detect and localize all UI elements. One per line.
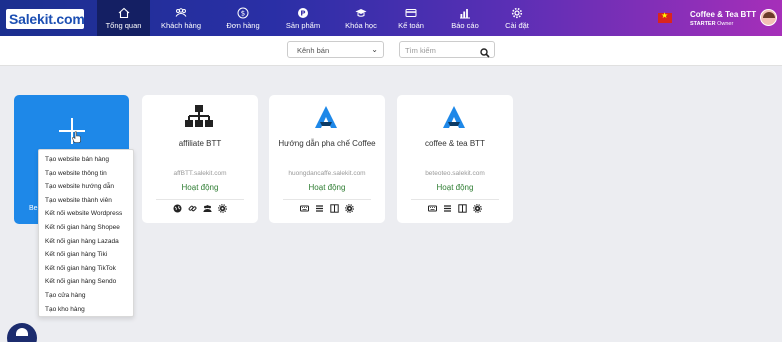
add-card-label: Be — [29, 205, 38, 212]
nav-ke-toan[interactable]: Kế toán — [390, 0, 432, 36]
status-badge: Hoạt động — [436, 183, 474, 192]
nav-don-hang[interactable]: $ Đơn hàng — [218, 0, 268, 36]
hand-cursor-icon — [72, 131, 81, 143]
menu-item-tao-website-thong-tin[interactable]: Tạo website thông tin — [39, 167, 133, 181]
gear-icon[interactable] — [473, 204, 482, 213]
keyboard-icon[interactable] — [428, 204, 437, 213]
users-icon[interactable] — [203, 204, 212, 213]
divider — [156, 199, 244, 200]
card-name: affiliate BTT — [178, 139, 222, 148]
card-actions — [397, 204, 513, 213]
nav-san-pham[interactable]: P Sản phẩm — [280, 0, 326, 36]
sitemap-icon — [185, 105, 213, 127]
gear-icon[interactable] — [218, 204, 227, 213]
columns-icon[interactable] — [330, 204, 339, 213]
logo-text: Salekit.com — [9, 11, 85, 27]
nav-label: Khách hàng — [160, 20, 202, 30]
divider — [411, 199, 499, 200]
channel-select[interactable]: Kênh bán ⌄ — [287, 41, 384, 58]
top-navbar: Salekit.com Tổng quan Khách hàng $ Đơn h… — [0, 0, 782, 36]
nav-bao-cao[interactable]: Báo cáo — [444, 0, 486, 36]
bar-chart-icon — [459, 7, 471, 19]
status-badge: Hoạt động — [308, 183, 346, 192]
menu-item-tao-website-huong-dan[interactable]: Tạo website hướng dẫn — [39, 180, 133, 194]
user-name[interactable]: Coffee & Tea BTT — [690, 10, 756, 19]
svg-text:$: $ — [241, 9, 245, 17]
brand-a-icon — [443, 106, 465, 128]
nav-khoa-hoc[interactable]: Khóa học — [338, 0, 384, 36]
card-name: Hướng dẫn pha chế Coffee — [278, 139, 376, 148]
user-role: STARTER Owner — [690, 21, 733, 27]
globe-icon[interactable] — [173, 204, 182, 213]
product-icon: P — [297, 7, 309, 19]
card-domain[interactable]: affBTT.salekit.com — [142, 170, 258, 177]
card-domain[interactable]: beteoteo.salekit.com — [397, 170, 513, 177]
nav-label: Đơn hàng — [226, 20, 260, 30]
credit-card-icon — [405, 7, 417, 19]
menu-item-tao-cua-hang[interactable]: Tạo cửa hàng — [39, 289, 133, 303]
svg-text:P: P — [300, 9, 305, 17]
menu-item-ket-noi-wordpress[interactable]: Kết nối website Wordpress — [39, 207, 133, 221]
channel-select-value: Kênh bán — [297, 46, 330, 55]
nav-label: Khóa học — [345, 20, 377, 30]
menu-item-ket-noi-tiki[interactable]: Kết nối gian hàng Tiki — [39, 248, 133, 262]
brand-a-icon — [315, 106, 337, 128]
card-name: coffee & tea BTT — [425, 139, 485, 148]
card-actions — [142, 204, 258, 213]
nav-label: Tổng quan — [105, 20, 142, 30]
website-card[interactable]: affiliate BTT affBTT.salekit.com Hoạt độ… — [142, 95, 258, 223]
filter-bar: Kênh bán ⌄ — [0, 36, 782, 66]
list-icon[interactable] — [443, 204, 452, 213]
gear-icon[interactable] — [345, 204, 354, 213]
user-role-text: Owner — [717, 21, 734, 27]
search-input[interactable] — [405, 45, 475, 55]
menu-item-ket-noi-sendo[interactable]: Kết nối gian hàng Sendo — [39, 275, 133, 289]
nav-label: Báo cáo — [451, 20, 479, 30]
graduation-cap-icon — [355, 7, 367, 19]
nav-cai-dat[interactable]: Cài đặt — [497, 0, 537, 36]
menu-item-tao-website-thanh-vien[interactable]: Tạo website thành viên — [39, 194, 133, 208]
search-icon[interactable] — [480, 45, 490, 58]
menu-item-tao-kho-hang[interactable]: Tạo kho hàng — [39, 303, 133, 317]
status-badge: Hoạt động — [181, 183, 219, 192]
nav-label: Cài đặt — [505, 20, 529, 30]
nav-tong-quan[interactable]: Tổng quan — [97, 0, 150, 36]
chat-widget-icon[interactable] — [7, 323, 37, 342]
menu-item-tao-website-ban-hang[interactable]: Tạo website bán hàng — [39, 153, 133, 167]
salekit-logo[interactable]: Salekit.com — [6, 9, 85, 29]
menu-item-ket-noi-shopee[interactable]: Kết nối gian hàng Shopee — [39, 221, 133, 235]
keyboard-icon[interactable] — [300, 204, 309, 213]
website-card[interactable]: coffee & tea BTT beteoteo.salekit.com Ho… — [397, 95, 513, 223]
user-plan: STARTER — [690, 21, 716, 27]
avatar[interactable] — [760, 9, 777, 26]
create-website-menu: Tạo website bán hàng Tạo website thông t… — [38, 149, 134, 317]
card-domain[interactable]: huongdancaffe.salekit.com — [269, 170, 385, 177]
divider — [283, 199, 371, 200]
home-icon — [118, 7, 130, 19]
chevron-down-icon: ⌄ — [371, 45, 378, 54]
link-icon[interactable] — [188, 204, 197, 213]
nav-label: Sản phẩm — [285, 20, 321, 30]
dollar-icon: $ — [237, 7, 249, 19]
users-icon — [175, 7, 187, 19]
menu-item-ket-noi-lazada[interactable]: Kết nối gian hàng Lazada — [39, 235, 133, 249]
columns-icon[interactable] — [458, 204, 467, 213]
card-actions — [269, 204, 385, 213]
gear-icon — [511, 7, 523, 19]
nav-khach-hang[interactable]: Khách hàng — [155, 0, 207, 36]
vietnam-flag-icon[interactable] — [658, 11, 672, 23]
nav-label: Kế toán — [398, 20, 424, 30]
website-card[interactable]: Hướng dẫn pha chế Coffee huongdancaffe.s… — [269, 95, 385, 223]
search-box[interactable] — [399, 41, 495, 58]
list-icon[interactable] — [315, 204, 324, 213]
menu-item-ket-noi-tiktok[interactable]: Kết nối gian hàng TikTok — [39, 262, 133, 276]
